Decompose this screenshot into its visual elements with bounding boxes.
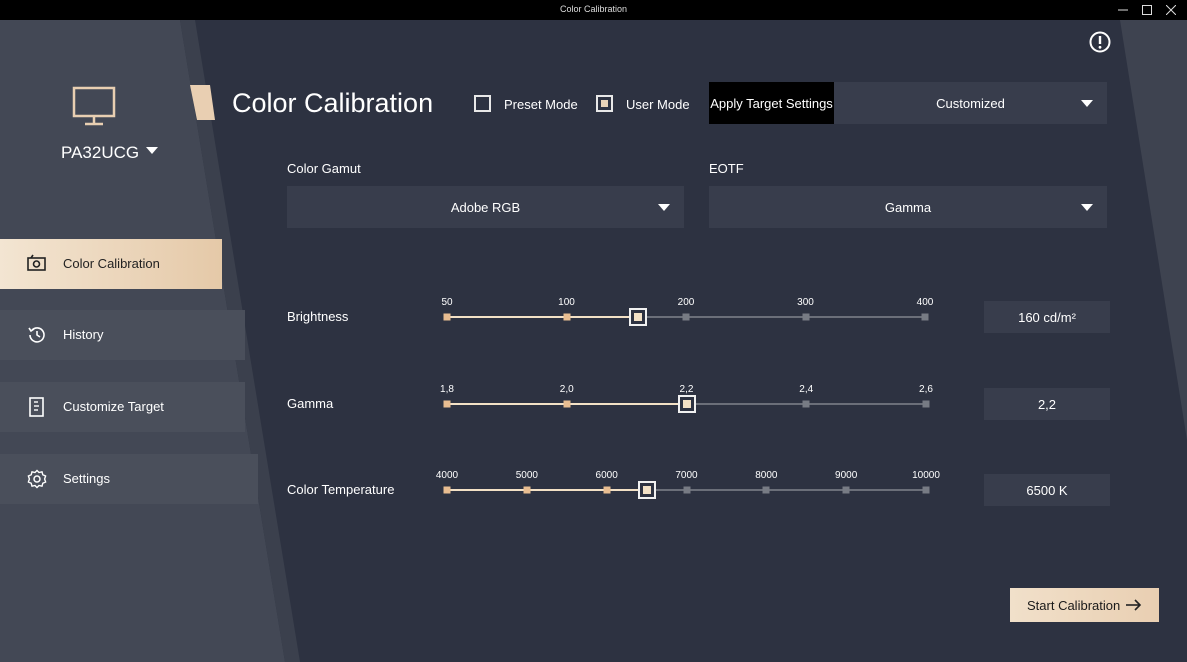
sidebar-item-label: History: [63, 327, 104, 342]
page-title: Color Calibration: [232, 88, 434, 118]
tick-label: 4000: [435, 470, 459, 481]
arrow-right-icon: [1126, 599, 1142, 611]
tick-label: 2,0: [559, 384, 574, 395]
tick-label: 100: [558, 297, 575, 308]
slider-fill: [447, 316, 639, 318]
slider-thumb[interactable]: [637, 481, 656, 499]
sidebar-item-label: Settings: [63, 471, 110, 486]
tick-label: 2,2: [679, 384, 694, 395]
slider-tick: [603, 486, 611, 494]
color-gamut-label: Color Gamut: [287, 161, 361, 176]
tick-label: 7000: [675, 470, 698, 481]
slider-fill: [447, 489, 647, 491]
tick-label: 200: [677, 297, 695, 308]
slider-label: Color Temperature: [287, 482, 395, 497]
tick-label: 300: [797, 297, 814, 308]
chevron-down-icon[interactable]: [146, 147, 158, 155]
color-gamut-select[interactable]: Adobe RGB: [287, 186, 684, 228]
eotf-value: Gamma: [884, 199, 932, 215]
close-icon: [1166, 5, 1176, 15]
slider-value-box: 6500 K: [984, 474, 1110, 506]
target-select-value: Customized: [936, 95, 1005, 111]
tick-label: 10000: [912, 470, 940, 481]
eotf-label: EOTF: [709, 161, 744, 176]
start-calibration-button[interactable]: Start Calibration: [1010, 588, 1159, 622]
slider-label: Brightness: [287, 309, 349, 324]
slider-tick: [563, 313, 570, 321]
slider-tick: [922, 486, 930, 494]
slider-value-box: 160 cd/m²: [984, 301, 1110, 333]
title-bar: Color Calibration: [0, 0, 1187, 20]
user-mode-label: User Mode: [626, 97, 690, 112]
maximize-icon: [1142, 5, 1152, 15]
preset-mode-label: Preset Mode: [504, 97, 578, 112]
tick-label: 2,4: [799, 384, 814, 395]
tick-label: 9000: [835, 470, 858, 481]
user-mode-checkbox[interactable]: [596, 95, 613, 112]
slider-tick: [443, 486, 451, 494]
slider-tick: [683, 486, 690, 494]
sidebar-item-customize-target[interactable]: Customize Target: [0, 382, 245, 432]
color-gamut-value: Adobe RGB: [450, 199, 521, 215]
eotf-select[interactable]: Gamma: [709, 186, 1107, 228]
close-button[interactable]: [1155, 0, 1187, 20]
slider-tick: [523, 486, 531, 494]
slider-label: Gamma: [287, 396, 334, 411]
slider-tick: [762, 486, 770, 494]
slider-tick: [443, 313, 451, 321]
window-title: Color Calibration: [559, 4, 628, 14]
preset-mode-checkbox[interactable]: [474, 95, 491, 112]
slider-thumb[interactable]: [629, 308, 648, 326]
calibration-icon: [27, 254, 46, 271]
slider-thumb[interactable]: [677, 395, 696, 413]
slider-tick: [802, 400, 810, 408]
chevron-down-icon: [1081, 100, 1093, 107]
history-icon: [28, 327, 45, 343]
monitor-icon: [72, 86, 116, 126]
tick-label: 8000: [755, 470, 778, 481]
target-ruler-icon: [29, 397, 44, 417]
start-calibration-label: Start Calibration: [1027, 597, 1121, 613]
monitor-model-label[interactable]: PA32UCG: [61, 143, 139, 163]
slider-tick: [682, 313, 690, 321]
tick-label: 5000: [515, 470, 538, 481]
slider-tick: [842, 486, 850, 494]
apply-target-settings-button[interactable]: Apply Target Settings: [709, 82, 834, 124]
chevron-down-icon: [1081, 204, 1093, 211]
slider-tick: [922, 400, 930, 408]
slider-tick: [802, 313, 809, 321]
slider-tick: [921, 313, 929, 321]
chevron-down-icon: [658, 204, 670, 211]
tick-label: 2,6: [919, 384, 933, 395]
tick-label: 6000: [595, 470, 618, 481]
tick-label: 400: [916, 297, 934, 308]
target-select[interactable]: Customized: [834, 82, 1107, 124]
tick-label: 1,8: [440, 384, 454, 395]
sidebar-item-label: Customize Target: [63, 399, 164, 414]
slider-value-box: 2,2: [984, 388, 1110, 420]
sidebar-item-label: Color Calibration: [63, 256, 160, 271]
tick-label: 50: [441, 297, 453, 308]
gear-icon: [27, 469, 47, 489]
title-accent-bar: [190, 85, 215, 120]
sidebar-item-history[interactable]: History: [0, 310, 245, 360]
slider-tick: [563, 400, 571, 408]
info-icon[interactable]: [1089, 31, 1111, 53]
minimize-icon: [1118, 9, 1128, 11]
slider-tick: [443, 400, 451, 408]
sidebar-item-color-calibration[interactable]: Color Calibration: [0, 239, 222, 289]
sidebar-item-settings[interactable]: Settings: [0, 454, 258, 504]
